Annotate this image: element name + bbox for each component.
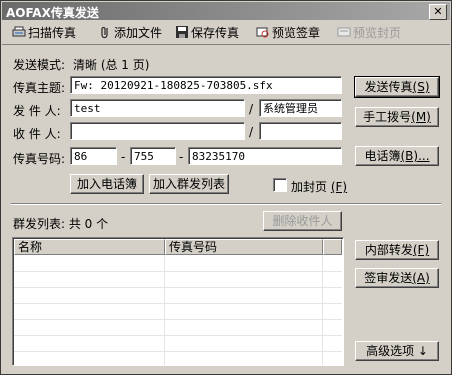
fax-number-label: 传真号码: (13, 152, 66, 166)
column-header-name[interactable]: 名称 (14, 239, 165, 255)
paperclip-icon (98, 25, 112, 39)
floppy-disk-icon (175, 25, 189, 39)
fax-send-window: AOFAX传真发送 ✕ 扫描传真 添加文件 保存传真 预览签章 预览封页 发送模… (0, 0, 452, 375)
scan-fax-label: 扫描传真 (28, 25, 77, 40)
add-file-button[interactable]: 添加文件 (98, 23, 162, 41)
preview-sign-icon (256, 25, 270, 39)
save-fax-button[interactable]: 保存传真 (175, 23, 239, 41)
scan-fax-button[interactable]: 扫描传真 (12, 23, 76, 41)
sender-dept-input[interactable]: 系统管理员 (259, 99, 342, 117)
grid-line (14, 319, 342, 320)
sender-label: 发 件 人: (13, 104, 61, 118)
subject-label: 传真主题: (13, 81, 66, 95)
recipient-slash: / (249, 125, 254, 139)
preview-cover-button[interactable]: 预览封页 (337, 23, 401, 41)
subject-input[interactable]: Fw: 20120921-180825-703805.sfx (70, 76, 342, 94)
section-divider (11, 203, 441, 205)
close-button[interactable]: ✕ (429, 4, 447, 20)
manual-dial-button[interactable]: 手工拨号(M) (355, 107, 439, 127)
send-mode-label: 发送模式: (13, 58, 66, 72)
sender-slash: / (249, 102, 254, 116)
grid-line (164, 255, 165, 365)
sender-name-input[interactable]: test (70, 99, 245, 117)
fax-area-code-input[interactable]: 755 (130, 147, 176, 165)
column-header-filler (323, 239, 342, 255)
group-list-count-label: 群发列表: 共 0 个 (13, 217, 109, 231)
fax-dash-2: - (179, 150, 184, 164)
phonebook-button[interactable]: 电话簿(B)... (355, 146, 439, 166)
add-cover-checkbox[interactable] (273, 178, 287, 192)
scanner-icon (12, 25, 26, 39)
add-to-group-list-button[interactable]: 加入群发列表 (149, 174, 229, 194)
preview-cover-icon (337, 25, 351, 39)
column-header-fax-number[interactable]: 传真号码 (165, 239, 323, 255)
grid-line (14, 287, 342, 288)
internal-forward-button[interactable]: 内部转发(F) (355, 240, 439, 260)
grid-line (14, 271, 342, 272)
grid-line (14, 335, 342, 336)
delete-recipient-button[interactable]: 删除收件人 (263, 211, 342, 231)
window-title: AOFAX传真发送 (6, 6, 99, 20)
fax-dash-1: - (121, 150, 126, 164)
title-bar[interactable]: AOFAX传真发送 ✕ (2, 2, 450, 20)
fax-country-code-input[interactable]: 86 (70, 147, 117, 165)
toolbar: 扫描传真 添加文件 保存传真 预览签章 预览封页 (2, 20, 450, 45)
group-recipient-list[interactable]: 名称 传真号码 (12, 237, 344, 366)
grid-line (14, 351, 342, 352)
recipient-name-input[interactable] (70, 122, 245, 140)
approve-send-button[interactable]: 签审发送(A) (355, 268, 439, 288)
save-fax-label: 保存传真 (191, 25, 240, 40)
fax-number-input[interactable]: 83235170 (188, 147, 342, 165)
recipient-dept-input[interactable] (259, 122, 342, 140)
send-mode-value: 清晰 (总 1 页) (73, 58, 150, 72)
recipient-label: 收 件 人: (13, 127, 61, 141)
preview-sign-button[interactable]: 预览签章 (256, 23, 320, 41)
advanced-options-button[interactable]: 高级选项 ↓ (355, 341, 439, 361)
add-file-label: 添加文件 (114, 25, 163, 40)
preview-sign-label: 预览签章 (272, 25, 321, 40)
add-to-phonebook-button[interactable]: 加入电话簿 (70, 174, 144, 194)
preview-cover-label: 预览封页 (353, 25, 402, 40)
grid-line (322, 255, 323, 365)
send-fax-button[interactable]: 发送传真(S) (354, 76, 440, 98)
add-cover-label: 加封页 (F) (291, 180, 348, 194)
grid-line (14, 303, 342, 304)
